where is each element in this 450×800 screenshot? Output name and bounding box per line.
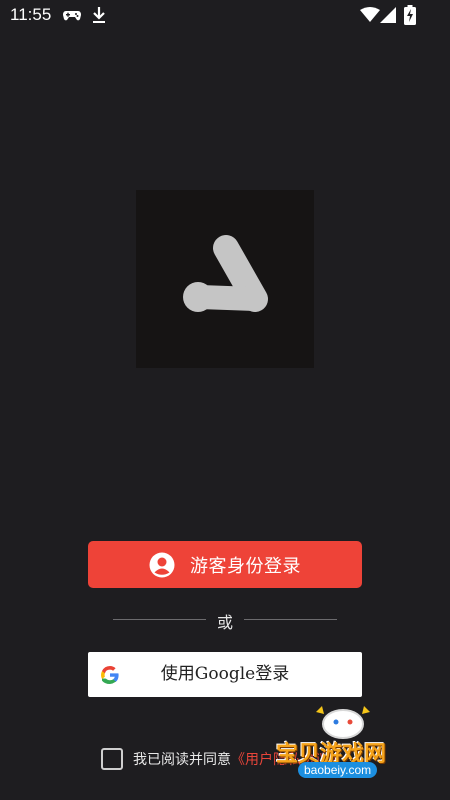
google-login-button[interactable]: 使用Google登录: [88, 652, 362, 697]
watermark-url: baobeiy.com: [298, 762, 378, 778]
divider-or-text: 或: [216, 613, 233, 632]
google-login-label: 使用Google登录: [160, 664, 290, 684]
divider-right: [244, 619, 337, 620]
app-logo: [136, 190, 314, 368]
guest-login-label: 游客身份登录: [190, 555, 301, 577]
app-logo-icon: [183, 235, 268, 312]
guest-login-button[interactable]: 游客身份登录: [88, 541, 362, 588]
download-icon: [91, 6, 107, 28]
agreement-checkbox[interactable]: [101, 748, 123, 770]
user-avatar-icon: [149, 552, 175, 578]
battery-charging-icon: [404, 5, 416, 29]
status-bar: 11:55: [0, 0, 450, 30]
agreement-text: 我已阅读并同意: [133, 752, 231, 768]
status-time: 11:55: [10, 5, 52, 24]
wifi-icon: [360, 7, 380, 27]
signal-icon: [380, 7, 396, 27]
gamepad-icon: [62, 6, 82, 28]
